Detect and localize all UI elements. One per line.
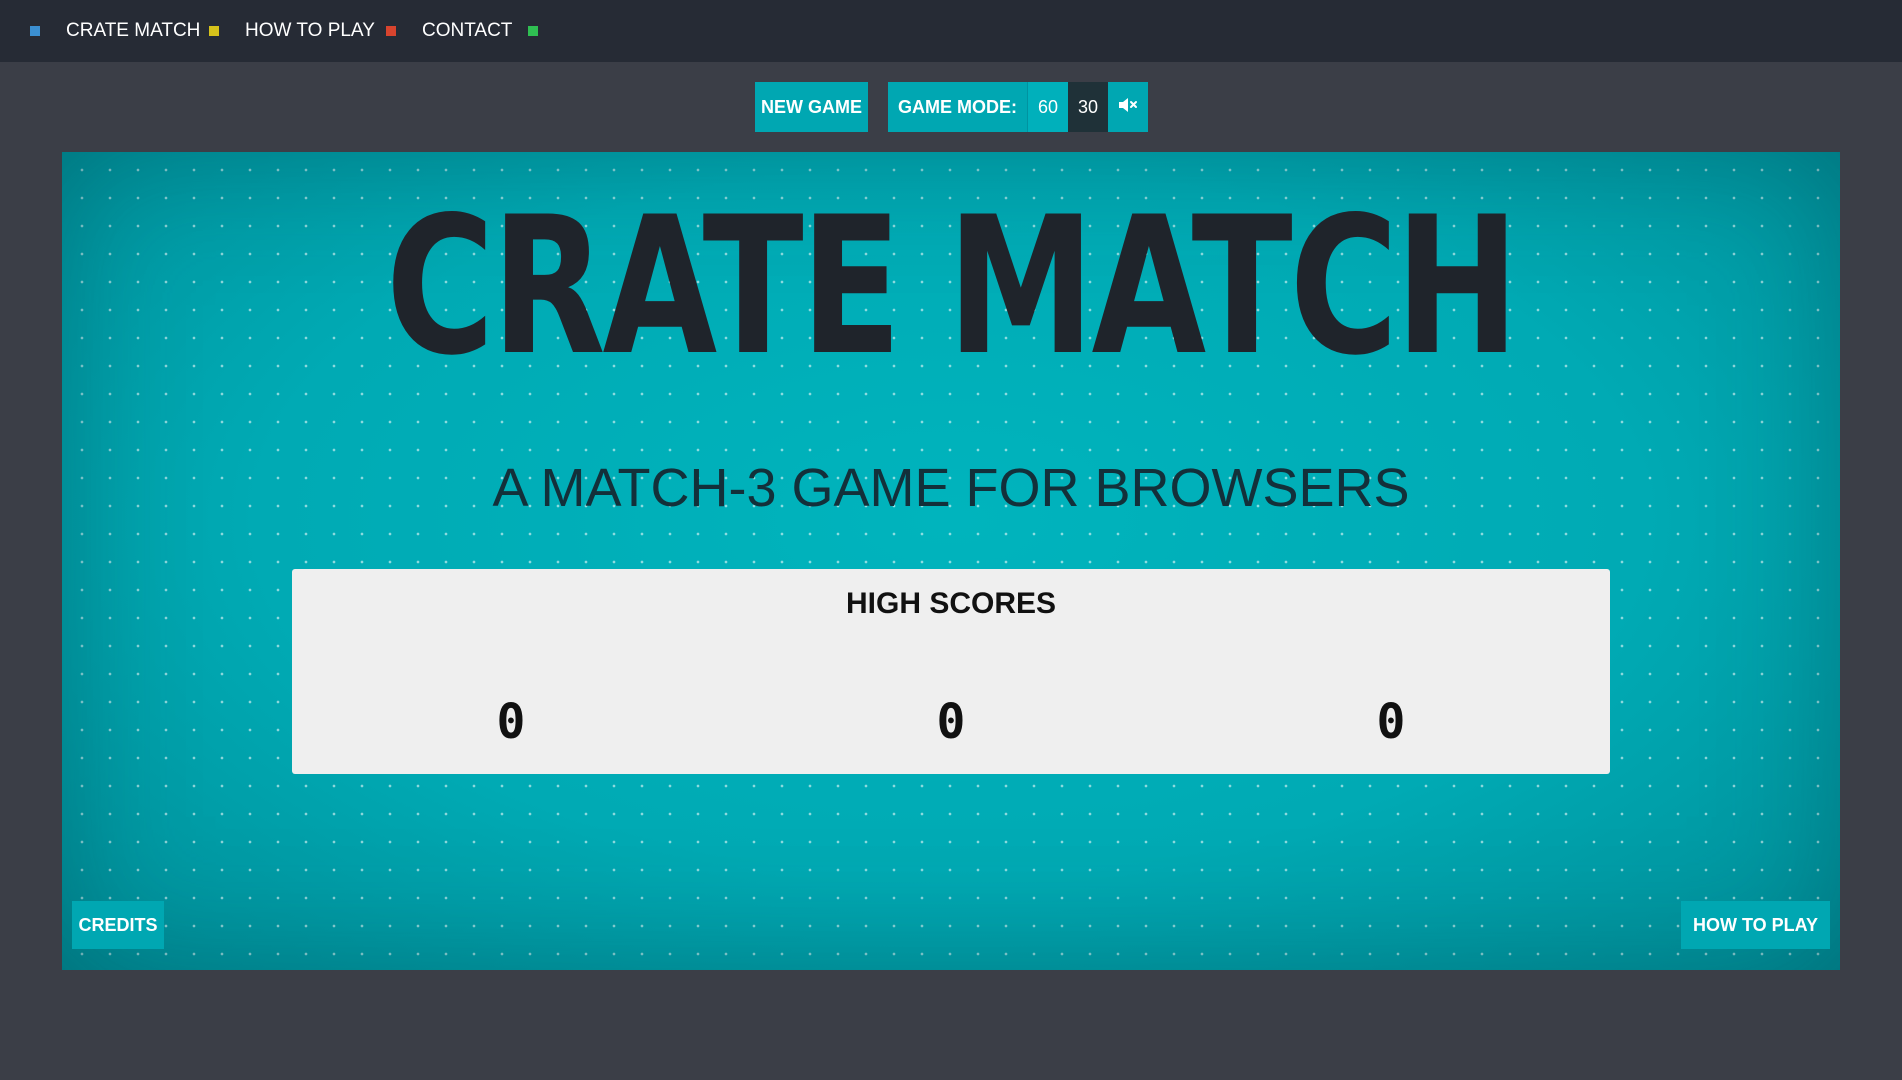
high-score-value: 0: [936, 694, 966, 750]
game-panel: CRATE MATCH A MATCH-3 GAME FOR BROWSERS …: [62, 152, 1840, 970]
nav-dot-yellow: [209, 26, 219, 36]
game-toolbar: NEW GAME GAME MODE: 60 30: [0, 82, 1902, 132]
game-mode-label: GAME MODE:: [888, 82, 1027, 132]
high-scores-title: HIGH SCORES: [845, 587, 1057, 620]
game-subtitle: A MATCH-3 GAME FOR BROWSERS: [492, 458, 1410, 518]
game-mode-selector: GAME MODE: 60 30: [888, 82, 1108, 132]
mute-button[interactable]: [1108, 82, 1148, 132]
nav-dot-blue: [30, 26, 40, 36]
speaker-muted-icon: [1117, 96, 1139, 119]
nav-dot-red: [386, 26, 396, 36]
nav-link-how-to-play[interactable]: HOW TO PLAY: [245, 20, 375, 42]
game-mode-option-30[interactable]: 30: [1068, 82, 1108, 132]
nav-link-contact[interactable]: CONTACT: [422, 20, 512, 42]
game-title: CRATE MATCH: [385, 176, 1519, 397]
credits-button[interactable]: CREDITS: [72, 901, 164, 949]
top-nav: CRATE MATCH HOW TO PLAY CONTACT: [0, 0, 1902, 62]
how-to-play-button[interactable]: HOW TO PLAY: [1681, 901, 1830, 949]
game-mode-option-60[interactable]: 60: [1027, 82, 1068, 132]
high-score-value: 0: [1376, 694, 1406, 750]
high-scores-card: HIGH SCORES 0 0 0: [292, 569, 1610, 774]
new-game-button[interactable]: NEW GAME: [755, 82, 868, 132]
high-score-value: 0: [496, 694, 526, 750]
nav-dot-green: [528, 26, 538, 36]
nav-link-crate-match[interactable]: CRATE MATCH: [66, 20, 200, 42]
